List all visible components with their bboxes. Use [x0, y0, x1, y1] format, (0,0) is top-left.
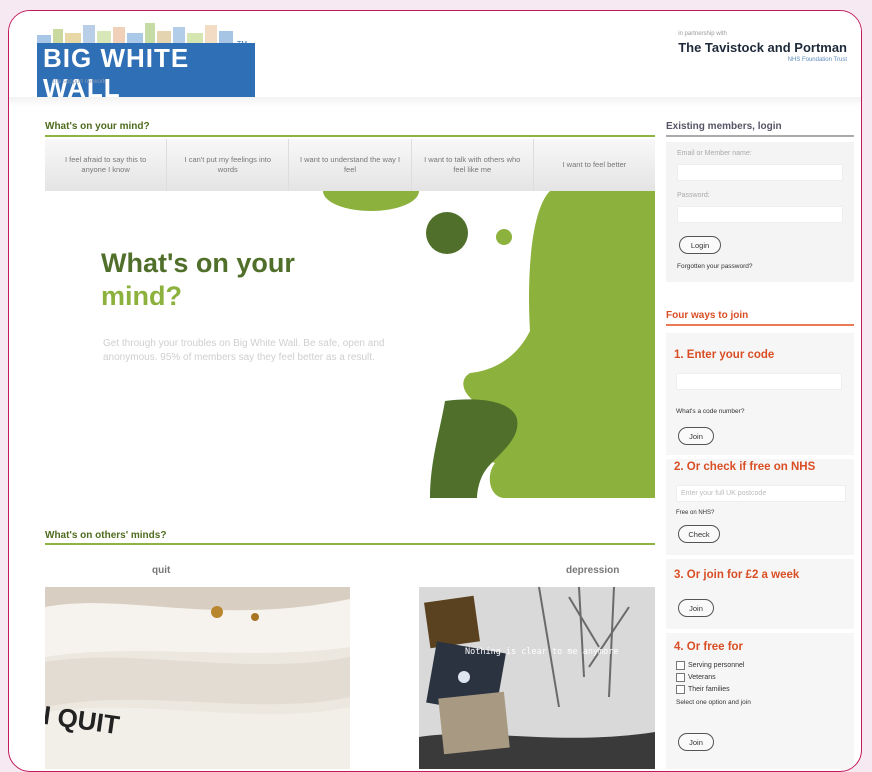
forgot-password-link[interactable]: Forgotten your password? [677, 263, 753, 270]
step4-title: 4. Or free for [674, 641, 744, 653]
step2-title: 2. Or check if free on NHS [674, 461, 816, 473]
partner-subtitle: NHS Foundation Trust [787, 57, 847, 63]
password-field[interactable] [677, 206, 843, 223]
postcode-input[interactable]: Enter your full UK postcode [676, 485, 846, 502]
tab-feel-better[interactable]: I want to feel better [533, 139, 656, 191]
tab-talk-with-others[interactable]: I want to talk with others who feel like… [411, 139, 534, 191]
page-frame: BIG WHITE WALL TM the support network in… [8, 10, 862, 772]
check-button[interactable]: Check [678, 525, 720, 543]
email-field[interactable] [677, 164, 843, 181]
join-step-code: 1. Enter your code What's a code number?… [666, 333, 854, 455]
option-label: Veterans [688, 674, 716, 681]
login-panel: Email or Member name: Password: Login Fo… [666, 142, 854, 282]
tab-understand-feelings[interactable]: I want to understand the way I feel [289, 139, 412, 191]
tab-cant-put-into-words[interactable]: I can't put my feelings into words [167, 139, 290, 191]
option-label: Their families [688, 686, 730, 693]
checkbox-icon[interactable] [676, 661, 685, 670]
mind-tabs: I feel afraid to say this to anyone I kn… [45, 139, 656, 191]
site-header: BIG WHITE WALL TM the support network in… [9, 11, 861, 103]
big-white-wall-logo[interactable]: BIG WHITE WALL TM the support network [35, 21, 255, 103]
hero-description: Get through your troubles on Big White W… [103, 338, 385, 363]
hero-title: What's on your mind? [101, 247, 295, 313]
section-title-mind: What's on your mind? [45, 121, 150, 132]
crumpled-paper-image [45, 587, 350, 769]
code-number-link[interactable]: What's a code number? [676, 408, 744, 415]
partner-name: The Tavistock and Portman [678, 40, 847, 55]
tab-afraid[interactable]: I feel afraid to say this to anyone I kn… [45, 139, 168, 191]
checkbox-icon[interactable] [676, 685, 685, 694]
free-on-nhs-link[interactable]: Free on NHS? [676, 510, 714, 516]
join-step-nhs: 2. Or check if free on NHS Enter your fu… [666, 459, 854, 555]
login-button[interactable]: Login [679, 236, 721, 254]
checkbox-icon[interactable] [676, 673, 685, 682]
section-rule [45, 135, 655, 137]
option-their-families[interactable]: Their families [676, 685, 730, 694]
card-tag-depression[interactable]: depression [566, 565, 619, 576]
select-option-note: Select one option and join [676, 699, 751, 706]
join-step-pay: 3. Or join for £2 a week Join [666, 559, 854, 629]
partner-label: in partnership with [678, 31, 727, 37]
option-label: Serving personnel [688, 662, 745, 669]
hero-title-line1: What's on your [101, 248, 295, 278]
login-rule [666, 135, 854, 137]
code-input[interactable] [676, 373, 842, 390]
partner-branding[interactable]: in partnership with The Tavistock and Po… [678, 31, 847, 63]
join-free-button[interactable]: Join [678, 733, 714, 751]
card-quit-image[interactable]: I QUIT [45, 587, 350, 769]
join-step-free: 4. Or free for Serving personnel Veteran… [666, 633, 854, 769]
logo-trademark: TM [237, 41, 248, 48]
logo-tagline: the support network [53, 79, 106, 85]
logo-wordmark: BIG WHITE WALL [37, 43, 255, 103]
hero-title-line2: mind? [101, 280, 182, 311]
card-tag-quit[interactable]: quit [152, 565, 170, 576]
winter-trees-collage-image [419, 587, 655, 769]
header-divider [9, 97, 861, 107]
join-code-button[interactable]: Join [678, 427, 714, 445]
join-rule [666, 324, 854, 326]
step3-title: 3. Or join for £2 a week [674, 569, 800, 581]
card-depression-caption: Nothing is clear to me anymore [465, 647, 619, 657]
option-serving-personnel[interactable]: Serving personnel [676, 661, 744, 670]
hero-banner: What's on your mind? Get through your tr… [45, 191, 655, 498]
step1-title: 1. Enter your code [674, 349, 775, 361]
password-label: Password: [677, 192, 710, 199]
join-pay-button[interactable]: Join [678, 599, 714, 617]
join-title: Four ways to join [666, 310, 749, 321]
card-depression-image[interactable]: Nothing is clear to me anymore [419, 587, 655, 769]
option-veterans[interactable]: Veterans [676, 673, 716, 682]
others-rule [45, 543, 655, 545]
section-title-others: What's on others' minds? [45, 530, 167, 541]
login-title: Existing members, login [666, 121, 782, 132]
email-label: Email or Member name: [677, 150, 752, 157]
